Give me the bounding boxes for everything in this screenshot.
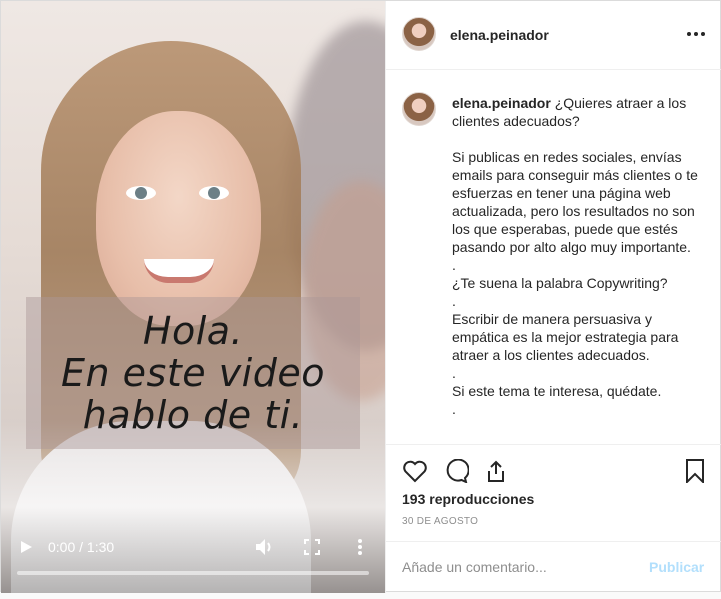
more-options-vertical-icon[interactable]	[356, 538, 364, 556]
heart-icon[interactable]	[402, 459, 428, 483]
video-caption-line: Hola.	[142, 309, 244, 353]
comment-icon[interactable]	[443, 458, 470, 484]
username-link[interactable]: elena.peinador	[450, 27, 549, 43]
post-date[interactable]: 30 DE AGOSTO	[402, 516, 478, 527]
comment-input[interactable]	[402, 556, 632, 578]
post-side-panel: elena.peinador elena.peinador ¿Quieres a…	[385, 1, 721, 593]
share-icon[interactable]	[483, 459, 509, 483]
right-eye	[199, 186, 229, 200]
caption-paragraph: ¿Te suena la palabra Copywriting?	[452, 275, 668, 291]
video-caption-line: En este video	[60, 351, 325, 395]
video-progress-bar[interactable]	[17, 571, 369, 575]
post-header: elena.peinador	[386, 1, 721, 70]
post-actions: 193 reproducciones 30 DE AGOSTO	[386, 444, 721, 541]
publish-button[interactable]: Publicar	[649, 559, 704, 575]
post-caption-area: elena.peinador ¿Quieres atraer a los cli…	[386, 70, 721, 444]
left-eye	[126, 186, 156, 200]
instagram-post: Hola. En este video hablo de ti. 0:00 / …	[0, 0, 721, 593]
caption-username-link[interactable]: elena.peinador	[452, 95, 551, 111]
caption-dot: .	[452, 293, 456, 309]
caption-paragraph: Escribir de manera persuasiva y empática…	[452, 311, 679, 363]
avatar[interactable]	[402, 17, 436, 51]
caption-paragraph: Si este tema te interesa, quédate.	[452, 383, 662, 399]
caption-dot: .	[452, 365, 456, 381]
caption-dot: .	[452, 401, 456, 417]
woman-face	[96, 111, 261, 326]
avatar[interactable]	[402, 92, 436, 126]
volume-icon[interactable]	[255, 538, 275, 556]
post-caption: elena.peinador ¿Quieres atraer a los cli…	[452, 94, 712, 418]
video-player[interactable]: Hola. En este video hablo de ti. 0:00 / …	[1, 1, 385, 593]
caption-paragraph: Si publicas en redes sociales, envías em…	[452, 149, 698, 255]
more-options-icon[interactable]	[686, 26, 706, 42]
fullscreen-icon[interactable]	[304, 539, 320, 555]
video-caption-overlay: Hola. En este video hablo de ti.	[26, 297, 360, 449]
bookmark-icon[interactable]	[682, 459, 708, 485]
video-time: 0:00 / 1:30	[48, 539, 115, 555]
add-comment-section: Publicar	[386, 541, 721, 593]
video-caption-line: hablo de ti.	[82, 393, 304, 437]
views-count[interactable]: 193 reproducciones	[402, 491, 534, 507]
smile	[144, 259, 214, 283]
video-controls: 0:00 / 1:30	[1, 531, 385, 593]
play-icon[interactable]	[19, 540, 33, 554]
caption-dot: .	[452, 257, 456, 273]
